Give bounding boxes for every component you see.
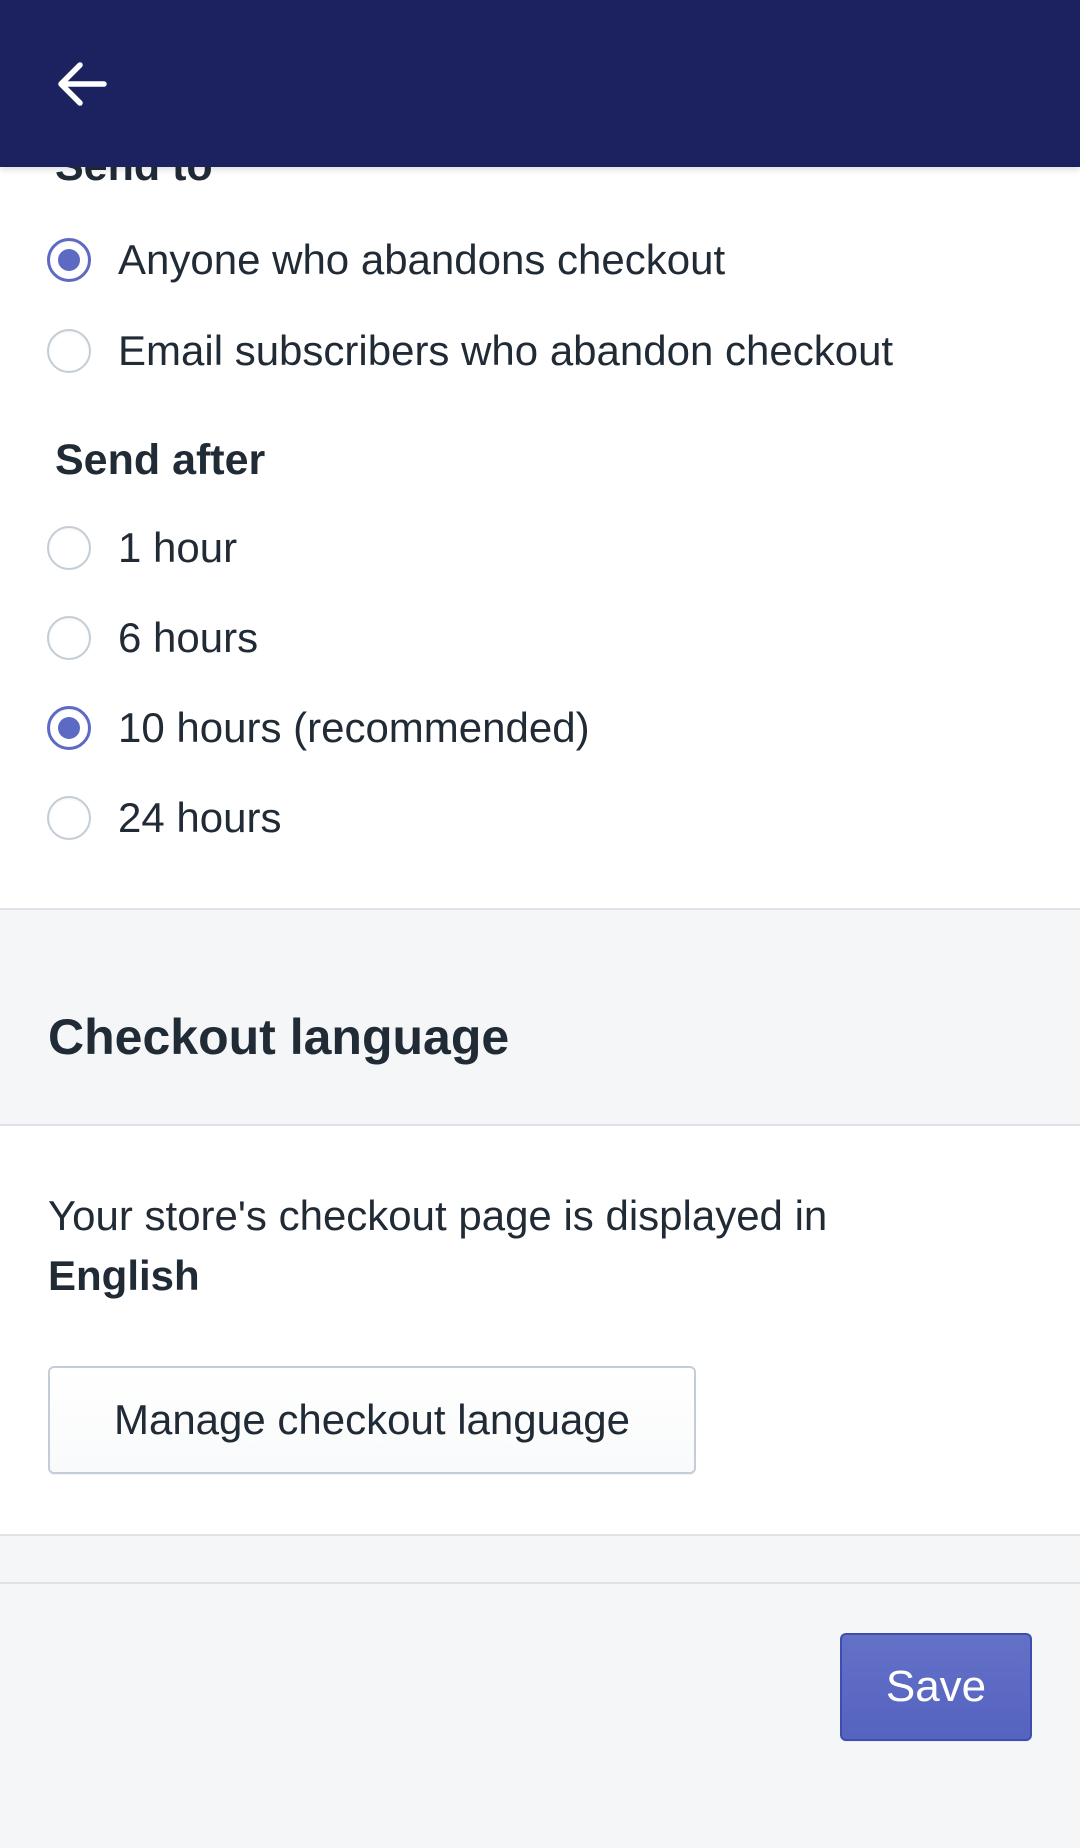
- current-language: English: [48, 1252, 200, 1299]
- radio-button[interactable]: [47, 616, 91, 660]
- radio-label: 24 hours: [118, 794, 282, 841]
- radio-send-after-1-hour[interactable]: 1 hour: [47, 518, 237, 578]
- language-description-text: Your store's checkout page is displayed …: [48, 1192, 828, 1239]
- radio-button[interactable]: [47, 796, 91, 840]
- radio-label: Anyone who abandons checkout: [118, 236, 726, 283]
- radio-send-after-10-hours[interactable]: 10 hours (recommended): [47, 698, 590, 758]
- radio-label: 10 hours (recommended): [118, 704, 590, 751]
- radio-button-checked[interactable]: [47, 238, 91, 282]
- radio-send-after-6-hours[interactable]: 6 hours: [47, 608, 258, 668]
- radio-send-after-24-hours[interactable]: 24 hours: [47, 788, 281, 848]
- checkout-language-heading: Checkout language: [48, 1009, 510, 1065]
- footer-divider: [0, 1582, 1080, 1584]
- save-button[interactable]: Save: [840, 1633, 1032, 1741]
- back-button[interactable]: [50, 56, 114, 112]
- send-after-title: Send after: [55, 436, 266, 484]
- arrow-left-icon: [58, 62, 107, 106]
- radio-send-to-subscribers[interactable]: Email subscribers who abandon checkout: [47, 321, 893, 381]
- radio-send-to-anyone[interactable]: Anyone who abandons checkout: [47, 230, 725, 290]
- top-bar: [0, 0, 1080, 167]
- radio-button[interactable]: [47, 329, 91, 373]
- radio-label: Email subscribers who abandon checkout: [118, 327, 894, 374]
- radio-button[interactable]: [47, 526, 91, 570]
- radio-label: 1 hour: [118, 524, 238, 571]
- checkout-language-description: Your store's checkout page is displayed …: [48, 1186, 1008, 1306]
- manage-checkout-language-button[interactable]: Manage checkout language: [48, 1366, 696, 1474]
- radio-label: 6 hours: [118, 614, 259, 661]
- radio-button-checked[interactable]: [47, 706, 91, 750]
